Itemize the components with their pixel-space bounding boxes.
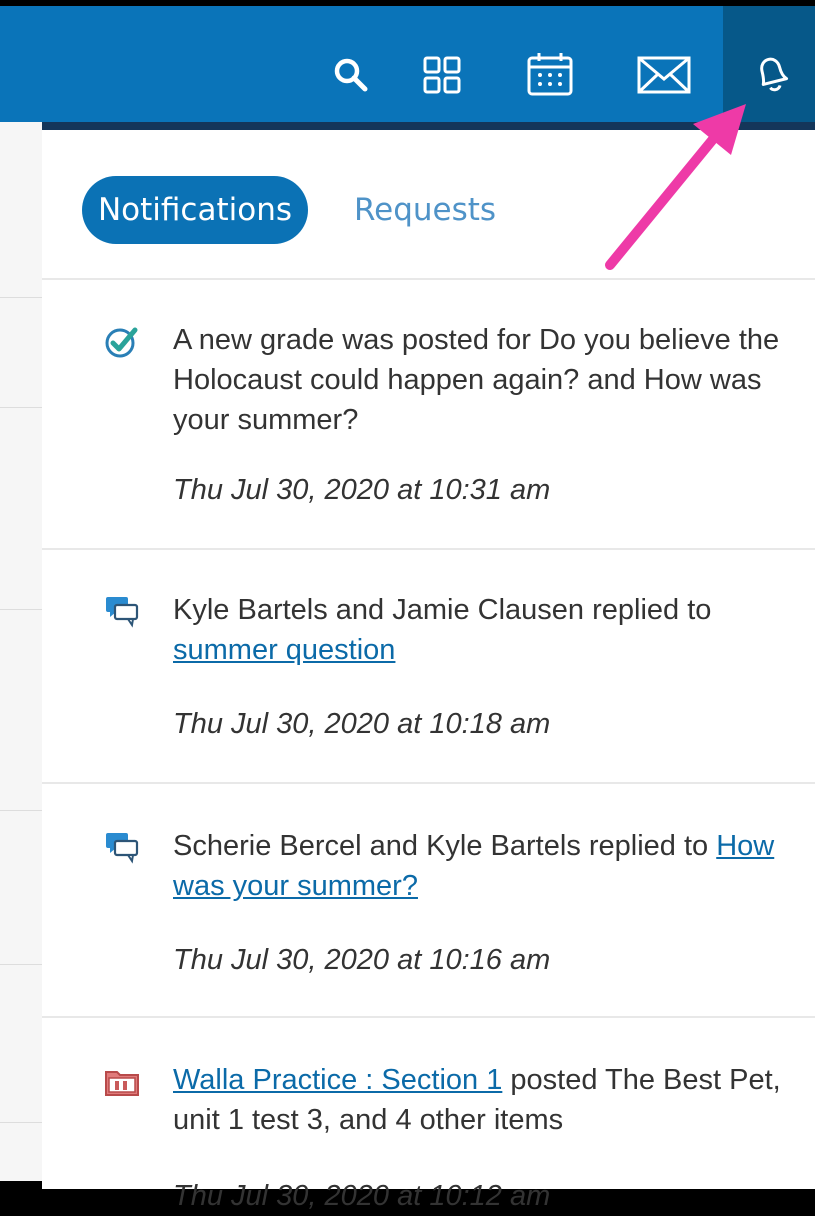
divider bbox=[42, 548, 815, 550]
app-frame: Notifications Requests A new grade was p… bbox=[0, 0, 815, 1212]
notification-link[interactable]: summer question bbox=[173, 634, 395, 666]
notification-link[interactable]: Walla Practice : Section 1 bbox=[173, 1064, 502, 1096]
bell-button[interactable] bbox=[723, 6, 815, 122]
course-folder-icon bbox=[104, 1066, 139, 1100]
divider bbox=[42, 278, 815, 280]
background-list-pane bbox=[0, 122, 43, 1181]
tab-notifications[interactable]: Notifications bbox=[82, 176, 308, 244]
divider bbox=[42, 782, 815, 784]
notification-time: Thu Jul 30, 2020 at 10:12 am bbox=[173, 1180, 551, 1212]
comment-reply-icon bbox=[104, 594, 139, 628]
divider bbox=[42, 1016, 815, 1018]
notification-text: A new grade was posted for Do you believ… bbox=[173, 324, 780, 436]
notification-time: Thu Jul 30, 2020 at 10:18 am bbox=[173, 708, 551, 740]
notification-text: Walla Practice : Section 1 posted The Be… bbox=[173, 1060, 793, 1140]
notification-time: Thu Jul 30, 2020 at 10:16 am bbox=[173, 944, 551, 976]
notification-text: Scherie Bercel and Kyle Bartels replied … bbox=[173, 826, 793, 906]
tab-requests[interactable]: Requests bbox=[354, 176, 496, 244]
notification-prefix: Scherie Bercel and Kyle Bartels replied … bbox=[173, 830, 709, 862]
search-icon[interactable] bbox=[326, 50, 376, 100]
top-navbar bbox=[0, 6, 815, 122]
notification-text: Kyle Bartels and Jamie Clausen replied t… bbox=[173, 590, 793, 670]
notification-prefix: Kyle Bartels and Jamie Clausen replied t… bbox=[173, 594, 712, 626]
calendar-icon[interactable] bbox=[525, 50, 575, 100]
bell-icon[interactable] bbox=[747, 50, 797, 100]
notifications-panel: Notifications Requests A new grade was p… bbox=[42, 122, 815, 1212]
grid-icon[interactable] bbox=[417, 50, 467, 100]
comment-reply-icon bbox=[104, 830, 139, 864]
mail-icon[interactable] bbox=[636, 50, 692, 100]
notification-time: Thu Jul 30, 2020 at 10:31 am bbox=[173, 474, 551, 506]
grade-check-icon bbox=[104, 324, 138, 358]
